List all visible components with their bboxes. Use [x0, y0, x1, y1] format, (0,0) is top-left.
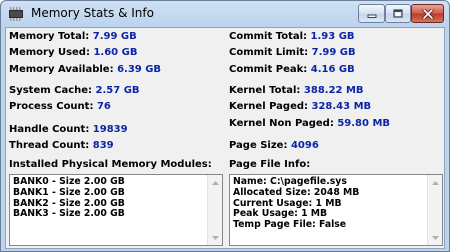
pagefile-label: Page File Info: [229, 159, 311, 170]
stat-label: Memory Total: [9, 31, 90, 42]
memory-available-value: 6.39 GB [117, 64, 162, 75]
scroll-down-button[interactable] [208, 230, 222, 245]
stat-label: Commit Total: [229, 31, 308, 42]
kernel-non-paged-value: 59.80 MB [337, 118, 391, 129]
scroll-down-button[interactable] [428, 230, 442, 245]
close-button[interactable] [411, 4, 444, 23]
stat-label: Page Size: [229, 140, 288, 151]
scroll-up-button[interactable] [208, 175, 222, 190]
kernel-total-stat: Kernel Total: 388.22 MB [229, 85, 364, 97]
stat-label: Kernel Total: [229, 85, 301, 96]
app-window: Memory Stats & Info Memory Total: 7.99 G… [0, 0, 450, 252]
thread-count-value: 839 [92, 140, 114, 151]
stat-label: Handle Count: [9, 124, 90, 135]
arrow-up-icon [431, 180, 439, 185]
arrow-up-icon [211, 180, 219, 185]
commit-peak-stat: Commit Peak: 4.16 GB [229, 64, 355, 76]
handle-count-stat: Handle Count: 19839 [9, 124, 128, 136]
stat-label: Kernel Paged: [229, 101, 309, 112]
memory-total-stat: Memory Total: 7.99 GB [9, 31, 137, 43]
memory-available-stat: Memory Available: 6.39 GB [9, 64, 161, 76]
pagefile-listbox[interactable]: Name: C:\pagefile.sys Allocated Size: 20… [229, 174, 443, 246]
system-cache-stat: System Cache: 2.57 GB [9, 85, 140, 97]
stat-label: Commit Limit: [229, 47, 309, 58]
commit-total-value: 1.93 GB [310, 31, 355, 42]
modules-lines: BANK0 - Size 2.00 GB BANK1 - Size 2.00 G… [13, 176, 125, 220]
minimize-button[interactable] [358, 4, 385, 23]
kernel-total-value: 388.22 MB [303, 85, 364, 96]
kernel-non-paged-stat: Kernel Non Paged: 59.80 MB [229, 118, 390, 130]
modules-listbox[interactable]: BANK0 - Size 2.00 GB BANK1 - Size 2.00 G… [9, 174, 223, 246]
memory-used-stat: Memory Used: 1.60 GB [9, 47, 137, 59]
kernel-paged-stat: Kernel Paged: 328.43 MB [229, 101, 371, 113]
stat-label: System Cache: [9, 85, 93, 96]
modules-scrollbar[interactable] [207, 175, 222, 245]
window-title: Memory Stats & Info [31, 6, 154, 20]
memory-chip-icon [9, 7, 23, 21]
commit-limit-stat: Commit Limit: 7.99 GB [229, 47, 356, 59]
arrow-down-icon [431, 235, 439, 240]
scroll-up-button[interactable] [428, 175, 442, 190]
kernel-paged-value: 328.43 MB [311, 101, 372, 112]
list-item: Temp Page File: False [233, 219, 347, 231]
handle-count-value: 19839 [92, 124, 128, 135]
stat-label: Process Count: [9, 101, 94, 112]
thread-count-stat: Thread Count: 839 [9, 140, 114, 152]
title-bar[interactable]: Memory Stats & Info [1, 1, 449, 27]
stat-label: Commit Peak: [229, 64, 308, 75]
commit-limit-value: 7.99 GB [311, 47, 356, 58]
page-size-value: 4096 [290, 140, 319, 151]
list-item: Allocated Size: 2048 MB [233, 186, 360, 198]
stat-label: Memory Used: [9, 47, 90, 58]
minimize-icon [367, 14, 376, 18]
commit-peak-value: 4.16 GB [310, 64, 355, 75]
stat-label: Kernel Non Paged: [229, 118, 334, 129]
page-size-stat: Page Size: 4096 [229, 140, 319, 152]
memory-total-value: 7.99 GB [92, 31, 137, 42]
close-icon [421, 8, 434, 19]
list-item: BANK3 - Size 2.00 GB [13, 208, 125, 220]
commit-total-stat: Commit Total: 1.93 GB [229, 31, 355, 43]
maximize-button[interactable] [385, 4, 411, 23]
memory-used-value: 1.60 GB [93, 47, 138, 58]
system-cache-value: 2.57 GB [95, 85, 140, 96]
process-count-value: 76 [96, 101, 111, 112]
arrow-down-icon [211, 235, 219, 240]
list-item: BANK1 - Size 2.00 GB [13, 186, 125, 198]
process-count-stat: Process Count: 76 [9, 101, 111, 113]
stat-label: Thread Count: [9, 140, 90, 151]
pagefile-lines: Name: C:\pagefile.sys Allocated Size: 20… [233, 176, 360, 231]
modules-label: Installed Physical Memory Modules: [9, 159, 212, 170]
maximize-icon [393, 9, 403, 18]
stat-label: Memory Available: [9, 64, 114, 75]
stats-panel: Memory Total: 7.99 GB Memory Used: 1.60 … [5, 27, 445, 249]
pagefile-scrollbar[interactable] [427, 175, 442, 245]
